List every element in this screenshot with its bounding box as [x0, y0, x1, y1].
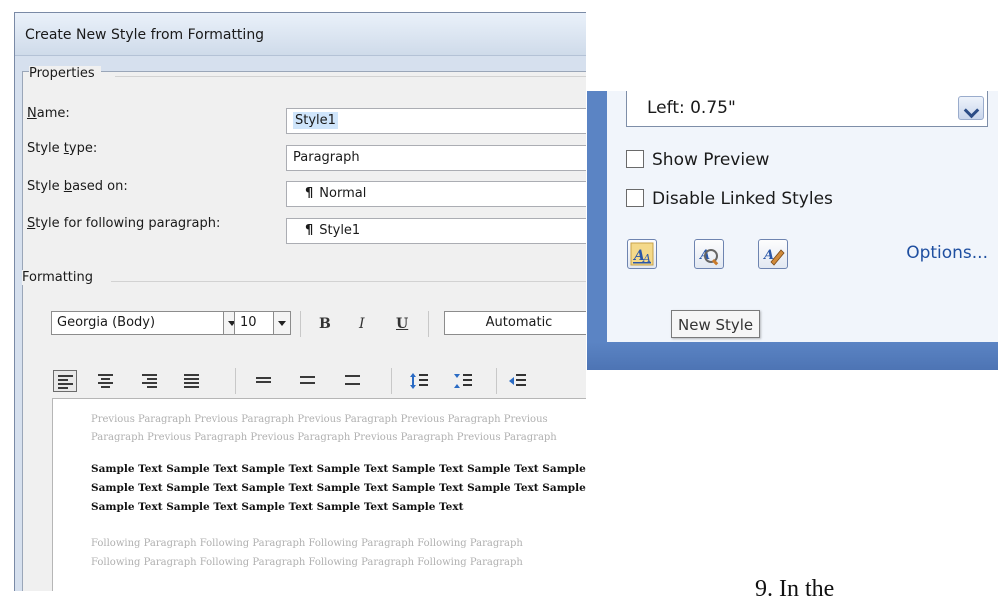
name-value: Style1 — [293, 112, 338, 129]
underline-button[interactable]: U — [396, 316, 408, 332]
styles-pane: Left: 0.75" Show Preview Disable Linked … — [587, 91, 998, 370]
following-paragraph-value: Style1 — [319, 223, 361, 238]
decrease-indent-icon[interactable] — [507, 370, 531, 392]
sample-text-line: Sample Text Sample Text Sample Text Samp… — [91, 501, 464, 513]
based-on-label: Style based on: — [27, 179, 128, 194]
new-style-button[interactable]: AA — [627, 239, 657, 269]
create-style-dialog: Create New Style from Formatting Propert… — [14, 12, 586, 591]
one-half-spacing-button[interactable] — [296, 370, 320, 392]
style-type-select[interactable]: Paragraph — [286, 145, 586, 171]
based-on-value: Normal — [319, 186, 367, 201]
size-select[interactable]: 10 — [234, 311, 291, 335]
new-style-tooltip: New Style — [671, 310, 761, 338]
chevron-down-icon[interactable] — [958, 96, 984, 120]
properties-divider — [115, 76, 586, 77]
previous-paragraph-line: Previous Paragraph Previous Paragraph Pr… — [91, 414, 548, 425]
manage-styles-icon: A — [762, 248, 785, 266]
font-color-select[interactable]: Automatic — [444, 311, 586, 335]
align-right-button[interactable] — [138, 370, 162, 392]
manage-styles-button[interactable]: A — [758, 239, 788, 269]
styles-pane-body — [607, 91, 998, 342]
styles-pane-footer — [587, 342, 998, 370]
formatting-divider — [111, 281, 586, 282]
space-after-icon[interactable] — [451, 370, 475, 392]
style-inspector-icon: A — [698, 248, 719, 266]
indent-select[interactable]: Left: 0.75" — [626, 91, 988, 127]
font-value: Georgia (Body) — [57, 315, 156, 330]
align-center-button[interactable] — [94, 370, 118, 392]
single-spacing-button[interactable] — [252, 370, 276, 392]
paragraph-mark-icon: ¶ — [305, 223, 314, 238]
document-text-fragment: 9. In the — [755, 576, 835, 602]
font-select[interactable]: Georgia (Body) — [51, 311, 241, 335]
sample-text-line: Sample Text Sample Text Sample Text Samp… — [91, 463, 586, 475]
bold-button[interactable]: B — [319, 316, 331, 332]
name-input[interactable]: Style1 — [286, 108, 586, 134]
chevron-down-icon[interactable] — [273, 312, 290, 334]
dialog-title: Create New Style from Formatting — [15, 13, 586, 56]
properties-group-label: Properties — [29, 66, 101, 81]
show-preview-label: Show Preview — [652, 150, 770, 170]
options-link[interactable]: Options... — [906, 243, 988, 263]
show-preview-checkbox[interactable]: Show Preview — [626, 149, 769, 173]
toolbar-divider — [300, 311, 301, 337]
space-before-icon[interactable] — [407, 370, 431, 392]
toolbar-divider — [428, 311, 429, 337]
style-inspector-button[interactable]: A — [694, 239, 724, 269]
style-type-label: Style type: — [27, 141, 98, 156]
based-on-select[interactable]: ¶ Normal — [286, 181, 586, 207]
previous-paragraph-line: Paragraph Previous Paragraph Previous Pa… — [91, 432, 557, 443]
paragraph-mark-icon: ¶ — [305, 186, 314, 201]
following-paragraph-line: Following Paragraph Following Paragraph … — [91, 538, 523, 549]
checkbox-icon[interactable] — [626, 188, 644, 207]
double-spacing-button[interactable] — [341, 370, 365, 392]
toolbar-divider — [235, 368, 236, 394]
following-paragraph-label: Style for following paragraph: — [27, 216, 221, 231]
toolbar-divider — [496, 368, 497, 394]
new-style-icon: AA — [630, 242, 654, 266]
indent-value: Left: 0.75" — [647, 98, 736, 118]
following-paragraph-line: Following Paragraph Following Paragraph … — [91, 557, 523, 568]
preview-box: Previous Paragraph Previous Paragraph Pr… — [52, 398, 586, 591]
disable-linked-styles-checkbox[interactable]: Disable Linked Styles — [626, 188, 833, 212]
font-color-value: Automatic — [485, 315, 553, 330]
size-value: 10 — [240, 315, 257, 330]
justify-button[interactable] — [180, 370, 204, 392]
align-left-button[interactable] — [53, 370, 77, 392]
toolbar-divider — [391, 368, 392, 394]
style-type-value: Paragraph — [293, 150, 360, 165]
checkbox-icon[interactable] — [626, 149, 644, 168]
name-label: Name: — [27, 106, 70, 121]
following-paragraph-select[interactable]: ¶ Style1 — [286, 218, 586, 244]
disable-linked-styles-label: Disable Linked Styles — [652, 189, 833, 209]
formatting-group-label: Formatting — [22, 270, 100, 285]
sample-text-line: Sample Text Sample Text Sample Text Samp… — [91, 482, 586, 494]
italic-button[interactable]: I — [359, 316, 365, 332]
